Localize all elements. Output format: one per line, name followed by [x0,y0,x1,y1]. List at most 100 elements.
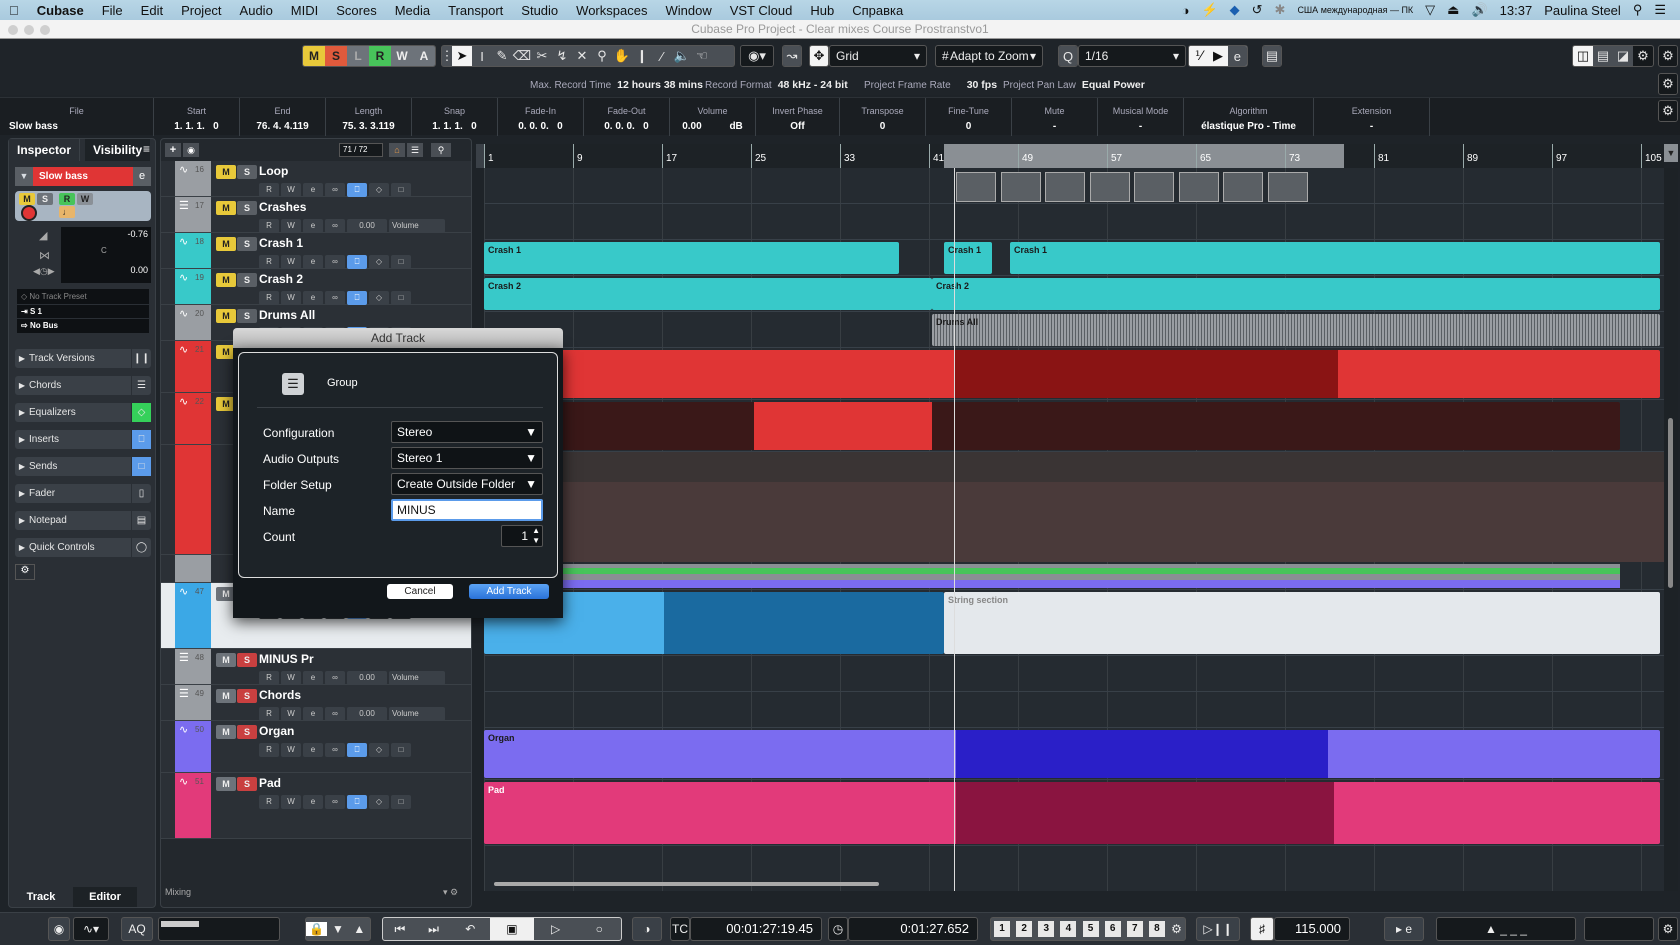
track-row[interactable]: ∿ 51 M S Pad R We ∞ ⎕ ◇ □ [161,773,471,839]
loop-event[interactable] [1267,172,1308,202]
track-name[interactable]: Organ [259,724,294,738]
write-button[interactable]: W [281,255,301,269]
inspector-menu-icon[interactable]: ≡ [143,142,150,156]
project-window[interactable]: Crash 1 Crash 1 Crash 1 Crash 2 Crash 2 … [484,168,1664,891]
section-equalizers[interactable]: ▶ Equalizers ◇ [15,403,151,422]
count-stepper[interactable]: 1 ▲ ▼ [501,525,543,547]
scrollbar-thumb[interactable] [1668,418,1673,588]
send-icon[interactable]: □ [391,183,411,197]
uad-icon[interactable]: ◆ [1230,2,1240,18]
track-name[interactable]: Crash 2 [259,272,303,286]
track-row[interactable]: ∿ 18 M S Crash 1 R We ∞ ⎕ ◇ □ [161,233,471,269]
tool-group-handle[interactable]: ⋮ [442,46,454,66]
event-pad[interactable]: Pad [484,782,1660,844]
loop-event[interactable] [1178,172,1219,202]
record-format[interactable]: Record Format 48 kHz - 24 bit [705,79,848,91]
track-row[interactable]: ∿ 19 M S Crash 2 R We ∞ ⎕ ◇ □ [161,269,471,305]
marker-2-button[interactable]: 2 [1016,921,1033,937]
quantize-edit-icon[interactable]: e [1227,46,1247,66]
stop-icon[interactable]: ▣ [490,918,534,940]
performance-meter-icon[interactable]: ◉ [48,917,70,941]
link-icon[interactable]: ∞ [325,671,345,685]
quantize-button[interactable]: Q [1058,45,1078,67]
cycle-icon[interactable]: ↶ [450,922,490,936]
tab-visibility[interactable]: Visibility [85,139,151,161]
loop-event[interactable] [1045,172,1085,202]
info-invert-phase[interactable]: Invert Phase Off [756,98,840,136]
track-name[interactable]: MINUS Pr [259,652,314,666]
write-button[interactable]: W [281,795,301,809]
project-cursor[interactable] [954,168,955,891]
solo-button[interactable]: S [237,165,257,179]
cycle-range[interactable] [944,144,1344,168]
marker-6-button[interactable]: 6 [1104,921,1121,937]
ruler-bar-81[interactable]: 81 [1374,144,1389,168]
marker-5-button[interactable]: 5 [1082,921,1099,937]
loop-event[interactable] [1223,172,1263,202]
menu-edit[interactable]: Edit [132,3,172,18]
ruler-bar-49[interactable]: 49 [1018,144,1033,168]
line-tool-icon[interactable]: ∕ [652,46,672,66]
play-icon[interactable]: ▷ [534,922,578,936]
info-algorithm[interactable]: Algorithm élastique Pro - Time [1184,98,1314,136]
event-track22[interactable] [484,402,1620,450]
info-extension[interactable]: Extension - [1314,98,1430,136]
track-name[interactable]: Drums All [259,308,315,322]
folder-setup-dropdown[interactable]: Create Outside Folder ▼ [391,473,543,495]
link-icon[interactable]: ∞ [325,743,345,757]
write-state-button[interactable]: W [391,46,413,66]
visibility-agent-icon[interactable]: ⌂ [389,143,405,157]
menu-window[interactable]: Window [656,3,720,18]
seconds-format-icon[interactable]: ◷ [828,917,848,941]
menu-media[interactable]: Media [386,3,439,18]
folder-parts[interactable] [484,564,1620,588]
edit-icon[interactable]: e [303,219,323,233]
menu-midi[interactable]: MIDI [282,3,327,18]
track-name[interactable]: Loop [259,164,288,178]
frame-rate[interactable]: Project Frame Rate 30 fps [864,79,997,91]
left-zone-icon[interactable]: ◫ [1573,46,1593,66]
eject-icon[interactable]: ⏏ [1447,2,1459,18]
write-button[interactable]: W [281,219,301,233]
horizontal-scrollbar[interactable] [494,882,879,886]
cancel-button[interactable]: Cancel [387,584,453,599]
snap-type-dropdown[interactable]: Grid ▾ [829,45,927,67]
click-buttons[interactable]: ▸ e [1384,917,1424,941]
solo-button[interactable]: S [237,309,257,323]
info-length[interactable]: Length 75. 3. 3.119 [326,98,412,136]
edit-icon[interactable]: e [303,671,323,685]
tab-inspector[interactable]: Inspector [9,139,81,161]
track-counter[interactable]: 71 / 72 [339,143,383,157]
send-icon[interactable]: □ [391,255,411,269]
add-track-button[interactable]: Add Track [469,584,549,599]
time-machine-icon[interactable]: ↺ [1252,2,1263,18]
insert-icon[interactable]: ⎕ [347,743,367,757]
pan-law[interactable]: Project Pan Law Equal Power [1003,79,1145,91]
section-sends[interactable]: ▶ Sends □ [15,457,151,476]
menu-project[interactable]: Project [172,3,230,18]
collapse-icon[interactable]: ▼ [15,167,33,186]
volume-field[interactable]: 0.00 [347,707,387,721]
snap-toggle-button[interactable]: ✥ [809,45,829,67]
timecode-format-icon[interactable]: TC [670,917,690,941]
event-crash2[interactable]: Crash 2 [932,278,1660,310]
left-locator-icon[interactable]: ▼ [327,922,348,936]
menu-vst-cloud[interactable]: VST Cloud [721,3,802,18]
mute-button[interactable]: M [216,165,236,179]
spotlight-icon[interactable]: ⚲ [1633,2,1643,18]
solo-button[interactable]: S [237,201,257,215]
color-tool-icon[interactable]: ☜ [692,46,712,66]
track-preset[interactable]: ◇ No Track Preset [17,289,149,305]
info-transpose[interactable]: Transpose 0 [840,98,926,136]
info-musical-mode[interactable]: Musical Mode - [1098,98,1184,136]
write-button[interactable]: W [281,291,301,305]
section-track-versions[interactable]: ▶ Track Versions ❙❙ [15,349,151,368]
split-tool-icon[interactable]: ✂ [532,46,552,66]
lightning-icon[interactable]: ⚡ [1201,2,1217,18]
marker-8-button[interactable]: 8 [1148,921,1165,937]
menu-hub[interactable]: Hub [801,3,843,18]
track-name[interactable]: Crashes [259,200,306,214]
event-crash1[interactable]: Crash 1 [1010,242,1660,274]
write-button[interactable]: W [281,707,301,721]
secondary-time-display[interactable]: 0:01:27.652 [848,917,978,941]
